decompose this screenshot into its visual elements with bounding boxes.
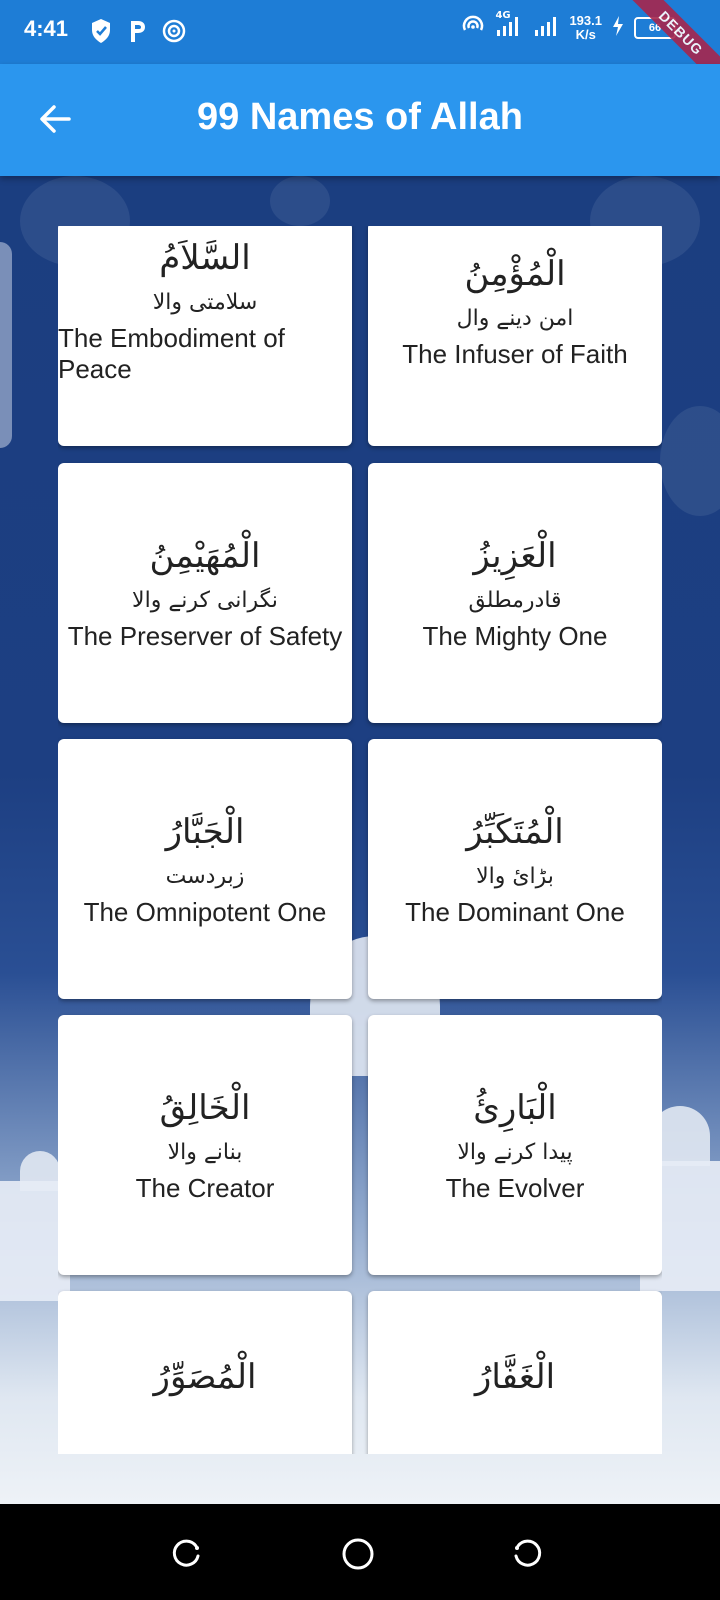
background-decoration <box>660 406 720 516</box>
english-meaning: The Embodiment of Peace <box>58 323 285 384</box>
status-bar: 4:41 4G 193.1 K/s 66 DEBUG <box>0 0 720 94</box>
parking-icon <box>126 18 148 48</box>
english-meaning: The Evolver <box>445 1173 585 1203</box>
charging-icon <box>612 16 624 40</box>
home-button[interactable] <box>338 1534 378 1574</box>
name-card[interactable]: الْجَبَّارُ زبردست The Omnipotent One <box>58 739 352 999</box>
side-drawer-handle[interactable] <box>0 242 12 448</box>
english-meaning: The Preserver of Safety <box>67 621 343 651</box>
name-card[interactable]: الْمُتَكَبِّرُ بڑائ والا The Dominant One <box>368 739 662 999</box>
arabic-name: الْبَارِئُ <box>473 1088 557 1128</box>
urdu-meaning: قادرمطلق <box>468 588 562 613</box>
arabic-name: الْمُهَيْمِنُ <box>149 536 261 576</box>
arabic-name: الْعَزِيزُ <box>473 536 557 576</box>
name-card[interactable]: الْمُهَيْمِنُ نگرانی کرنے والا The Preserv… <box>58 463 352 723</box>
shield-icon <box>90 18 112 48</box>
name-card[interactable]: الْبَارِئُ پیدا کرنے والا The Evolver <box>368 1015 662 1275</box>
arabic-name: السَّلاَمُ <box>159 238 251 278</box>
arabic-name: الْخَالِقُ <box>159 1088 251 1128</box>
arabic-name: الْمُؤْمِنُ <box>464 254 566 294</box>
urdu-meaning: امن دینے وال <box>456 306 574 331</box>
names-grid: السَّلاَمُ سلامتی والا The Embodiment of P… <box>58 226 662 1454</box>
app-bar: 99 Names of Allah <box>0 64 720 176</box>
english-meaning: The Mighty One <box>422 621 608 651</box>
urdu-meaning: بنانے والا <box>167 1140 243 1165</box>
urdu-meaning: نگرانی کرنے والا <box>132 588 278 613</box>
name-card[interactable]: الْمُؤْمِنُ امن دینے وال The Infuser of Fa… <box>368 226 662 446</box>
english-meaning: The Creator <box>135 1173 275 1203</box>
urdu-meaning: بڑائ والا <box>476 864 554 889</box>
back-nav-icon <box>508 1539 548 1578</box>
background-decoration <box>270 176 330 226</box>
system-nav-bar <box>0 1504 720 1600</box>
name-card[interactable]: الْخَالِقُ بنانے والا The Creator <box>58 1015 352 1275</box>
english-meaning: The Infuser of Faith <box>402 339 628 369</box>
arabic-name: الْغَفَّارُ <box>474 1357 556 1397</box>
signal-icon <box>533 14 559 42</box>
back-nav-button[interactable] <box>508 1534 548 1574</box>
recent-apps-button[interactable] <box>166 1534 206 1574</box>
name-card[interactable]: السَّلاَمُ سلامتی والا The Embodiment of P… <box>58 226 352 446</box>
wifi-hotspot-icon <box>461 14 485 42</box>
recent-apps-icon <box>166 1539 206 1578</box>
signal-4g-icon: 4G <box>495 10 523 42</box>
urdu-meaning: زبردست <box>165 864 245 889</box>
notification-icons <box>90 18 186 48</box>
name-card[interactable]: الْغَفَّارُ <box>368 1291 662 1454</box>
network-speed: 193.1 K/s <box>569 13 602 42</box>
system-status-icons: 4G 193.1 K/s 66 <box>461 10 676 42</box>
urdu-meaning: پیدا کرنے والا <box>457 1140 573 1165</box>
hotspot-icon <box>162 18 186 48</box>
page-title: 99 Names of Allah <box>197 96 523 138</box>
arabic-name: الْمُتَكَبِّرُ <box>466 812 564 852</box>
name-card[interactable]: الْمُصَوِّرُ <box>58 1291 352 1454</box>
urdu-meaning: سلامتی والا <box>152 290 258 315</box>
english-meaning: The Dominant One <box>405 897 625 927</box>
english-meaning: The Omnipotent One <box>83 897 327 927</box>
arabic-name: الْجَبَّارُ <box>165 812 245 852</box>
name-card[interactable]: الْعَزِيزُ قادرمطلق The Mighty One <box>368 463 662 723</box>
arabic-name: الْمُصَوِّرُ <box>153 1357 257 1397</box>
names-list-area: السَّلاَمُ سلامتی والا The Embodiment of P… <box>0 176 720 1504</box>
home-icon <box>338 1538 378 1578</box>
status-time: 4:41 <box>24 16 69 41</box>
